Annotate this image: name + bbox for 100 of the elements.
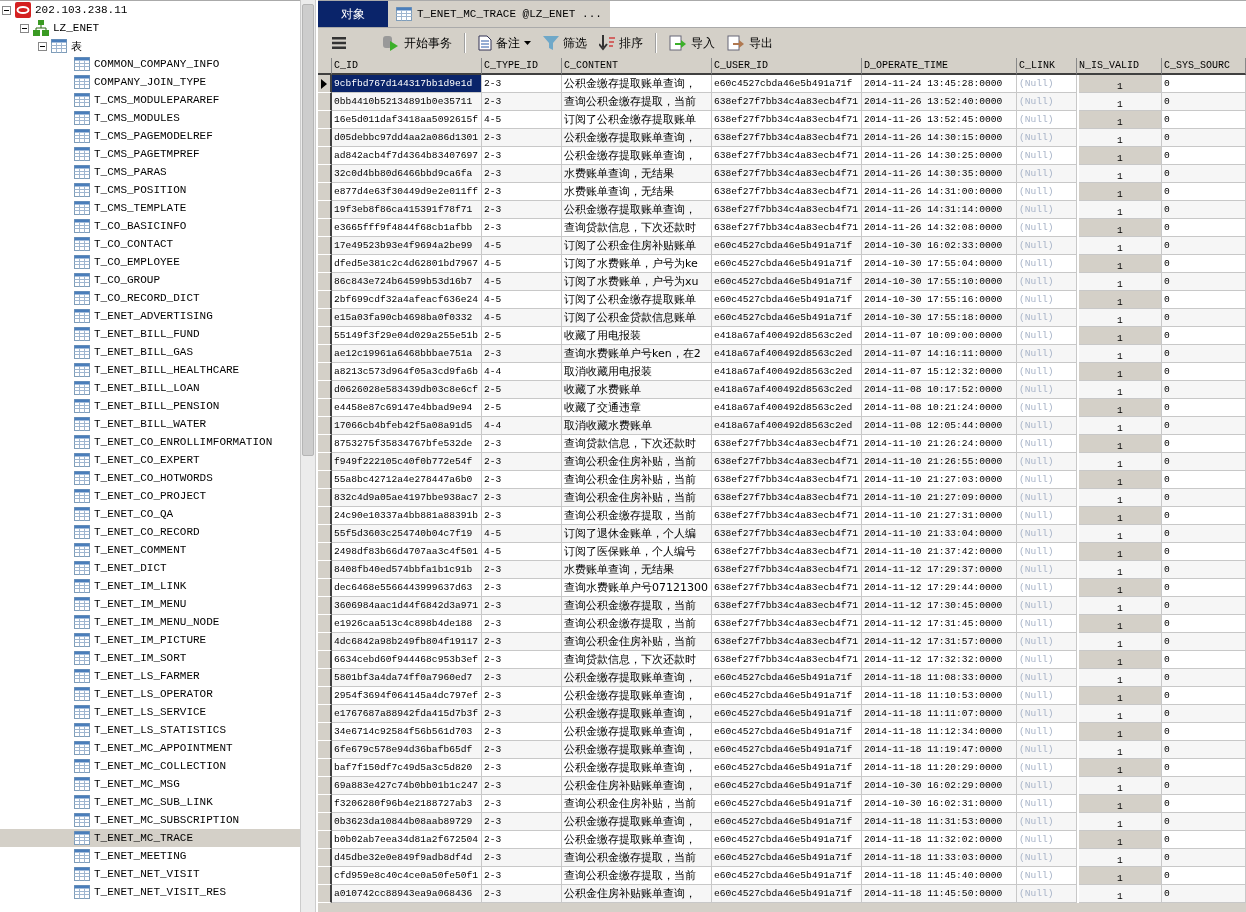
- column-header[interactable]: C_CONTENT: [562, 58, 712, 75]
- row-selector[interactable]: [318, 651, 332, 669]
- row-selector[interactable]: [318, 849, 332, 867]
- row-selector[interactable]: [318, 219, 332, 237]
- tree-item[interactable]: 表: [0, 37, 300, 55]
- row-selector[interactable]: [318, 831, 332, 849]
- tree-item[interactable]: T_ENET_IM_SORT: [0, 649, 300, 667]
- row-selector[interactable]: [318, 579, 332, 597]
- tree-item[interactable]: T_ENET_LS_OPERATOR: [0, 685, 300, 703]
- tree-item[interactable]: LZ_ENET: [0, 19, 300, 37]
- row-selector[interactable]: [318, 345, 332, 363]
- row-selector[interactable]: [318, 165, 332, 183]
- row-selector[interactable]: [318, 147, 332, 165]
- tree-item[interactable]: T_ENET_IM_MENU: [0, 595, 300, 613]
- tree-item[interactable]: T_ENET_DICT: [0, 559, 300, 577]
- row-selector[interactable]: [318, 687, 332, 705]
- tree-item[interactable]: COMPANY_JOIN_TYPE: [0, 73, 300, 91]
- filter-button[interactable]: 筛选: [539, 33, 591, 53]
- tree-item[interactable]: T_ENET_MC_TRACE: [0, 829, 300, 847]
- row-selector[interactable]: [318, 525, 332, 543]
- column-header[interactable]: C_SYS_SOURC: [1162, 58, 1246, 75]
- row-selector[interactable]: [318, 615, 332, 633]
- row-selector[interactable]: [318, 777, 332, 795]
- row-selector[interactable]: [318, 453, 332, 471]
- tree-item[interactable]: T_CMS_MODULEPARAREF: [0, 91, 300, 109]
- row-selector[interactable]: [318, 867, 332, 885]
- row-selector[interactable]: [318, 183, 332, 201]
- row-selector[interactable]: [318, 129, 332, 147]
- tree-item[interactable]: T_ENET_MC_SUB_LINK: [0, 793, 300, 811]
- scrollbar[interactable]: [300, 0, 316, 912]
- column-header[interactable]: N_IS_VALID: [1077, 58, 1162, 75]
- tree-item[interactable]: T_ENET_LS_SERVICE: [0, 703, 300, 721]
- tree-item[interactable]: T_ENET_CO_EXPERT: [0, 451, 300, 469]
- row-selector[interactable]: [318, 327, 332, 345]
- import-button[interactable]: 导入: [665, 33, 719, 53]
- collapse-icon[interactable]: [38, 41, 47, 51]
- tree-item[interactable]: T_ENET_LS_STATISTICS: [0, 721, 300, 739]
- tree-item[interactable]: T_ENET_ADVERTISING: [0, 307, 300, 325]
- column-header[interactable]: C_ID: [332, 58, 482, 75]
- row-selector[interactable]: [318, 435, 332, 453]
- row-selector[interactable]: [318, 93, 332, 111]
- scrollbar-thumb[interactable]: [302, 4, 314, 456]
- tree-item[interactable]: T_ENET_BILL_WATER: [0, 415, 300, 433]
- row-selector[interactable]: [318, 507, 332, 525]
- row-selector[interactable]: [318, 597, 332, 615]
- tree-item[interactable]: T_ENET_BILL_GAS: [0, 343, 300, 361]
- tree-item[interactable]: T_ENET_MC_APPOINTMENT: [0, 739, 300, 757]
- tree-item[interactable]: T_CO_EMPLOYEE: [0, 253, 300, 271]
- row-selector[interactable]: [318, 111, 332, 129]
- tree-item[interactable]: T_CO_RECORD_DICT: [0, 289, 300, 307]
- row-selector[interactable]: [318, 291, 332, 309]
- row-selector[interactable]: [318, 723, 332, 741]
- tab[interactable]: T_ENET_MC_TRACE @LZ_ENET ...: [388, 1, 610, 27]
- tree-item[interactable]: T_CMS_TEMPLATE: [0, 199, 300, 217]
- row-selector[interactable]: [318, 417, 332, 435]
- tree-item[interactable]: T_ENET_IM_MENU_NODE: [0, 613, 300, 631]
- tree-item[interactable]: T_ENET_CO_PROJECT: [0, 487, 300, 505]
- tree-item[interactable]: T_ENET_MC_SUBSCRIPTION: [0, 811, 300, 829]
- row-selector[interactable]: [318, 705, 332, 723]
- tree-item[interactable]: T_CO_BASICINFO: [0, 217, 300, 235]
- tree-item[interactable]: T_ENET_CO_RECORD: [0, 523, 300, 541]
- row-selector[interactable]: [318, 75, 332, 93]
- column-header[interactable]: C_TYPE_ID: [482, 58, 562, 75]
- tree-item[interactable]: T_ENET_BILL_HEALTHCARE: [0, 361, 300, 379]
- tree-item[interactable]: T_CMS_PARAS: [0, 163, 300, 181]
- tree-item[interactable]: T_ENET_CO_ENROLLIMFORMATION: [0, 433, 300, 451]
- tree-item[interactable]: T_ENET_COMMENT: [0, 541, 300, 559]
- row-selector[interactable]: [318, 759, 332, 777]
- row-selector[interactable]: [318, 201, 332, 219]
- row-selector[interactable]: [318, 237, 332, 255]
- tree-item[interactable]: 202.103.238.11: [0, 1, 300, 19]
- tree-item[interactable]: T_CMS_PAGEMODELREF: [0, 127, 300, 145]
- row-selector[interactable]: [318, 795, 332, 813]
- tab[interactable]: 对象: [318, 1, 388, 27]
- row-selector[interactable]: [318, 273, 332, 291]
- tree-item[interactable]: T_CMS_PAGETMPREF: [0, 145, 300, 163]
- row-selector[interactable]: [318, 543, 332, 561]
- collapse-icon[interactable]: [2, 5, 11, 15]
- tree-item[interactable]: T_ENET_NET_VISIT: [0, 865, 300, 883]
- row-selector[interactable]: [318, 399, 332, 417]
- tree-item[interactable]: T_ENET_BILL_LOAN: [0, 379, 300, 397]
- row-selector[interactable]: [318, 255, 332, 273]
- row-selector[interactable]: [318, 885, 332, 903]
- export-button[interactable]: 导出: [723, 33, 777, 53]
- tree-item[interactable]: T_ENET_IM_LINK: [0, 577, 300, 595]
- row-selector[interactable]: [318, 669, 332, 687]
- row-selector[interactable]: [318, 741, 332, 759]
- transaction-button[interactable]: 开始事务: [378, 33, 456, 53]
- tree-item[interactable]: T_ENET_NET_VISIT_RES: [0, 883, 300, 901]
- tree-item[interactable]: COMMON_COMPANY_INFO: [0, 55, 300, 73]
- tree-item[interactable]: T_ENET_CO_QA: [0, 505, 300, 523]
- row-selector[interactable]: [318, 561, 332, 579]
- tree-item[interactable]: T_ENET_LS_FARMER: [0, 667, 300, 685]
- row-selector[interactable]: [318, 471, 332, 489]
- tree-item[interactable]: T_CO_GROUP: [0, 271, 300, 289]
- tree-item[interactable]: T_ENET_MC_MSG: [0, 775, 300, 793]
- tree-item[interactable]: T_CMS_POSITION: [0, 181, 300, 199]
- row-selector[interactable]: [318, 633, 332, 651]
- column-header[interactable]: D_OPERATE_TIME: [862, 58, 1017, 75]
- tree-item[interactable]: T_ENET_MEETING: [0, 847, 300, 865]
